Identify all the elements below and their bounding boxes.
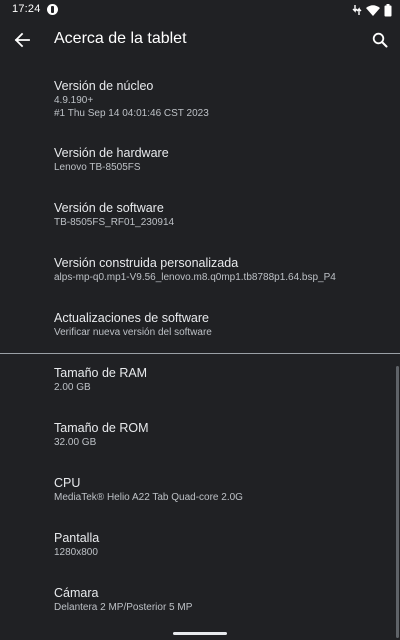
divider: [0, 353, 400, 354]
setting-custom-build-version[interactable]: Versión construida personalizada alps-mp…: [54, 255, 384, 284]
setting-summary: TB-8505FS_RF01_230914: [54, 217, 175, 228]
setting-cpu[interactable]: CPU MediaTek® Helio A22 Tab Quad-core 2.…: [54, 475, 384, 504]
status-icons: [352, 3, 392, 17]
signal-icon: [352, 5, 362, 15]
wifi-icon: [366, 4, 380, 16]
setting-display[interactable]: Pantalla 1280x800: [54, 530, 384, 559]
setting-software-updates[interactable]: Actualizaciones de software Verificar nu…: [54, 310, 384, 339]
setting-software-version[interactable]: Versión de software TB-8505FS_RF01_23091…: [54, 200, 384, 229]
back-button[interactable]: [10, 28, 34, 52]
setting-summary: 2.00 GB: [54, 382, 91, 393]
setting-rom-size[interactable]: Tamaño de ROM 32.00 GB: [54, 420, 384, 449]
status-bar: 17:24: [0, 0, 400, 20]
app-bar: Acerca de la tablet: [0, 20, 400, 60]
setting-title: Versión de software: [54, 201, 164, 215]
setting-title: CPU: [54, 476, 81, 490]
page-title: Acerca de la tablet: [54, 30, 187, 47]
setting-title: Versión de núcleo: [54, 79, 154, 93]
notification-icon: [47, 4, 58, 15]
setting-summary: #1 Thu Sep 14 04:01:46 CST 2023: [54, 108, 209, 119]
setting-title: Pantalla: [54, 531, 100, 545]
setting-summary: 32.00 GB: [54, 437, 97, 448]
setting-summary: Delantera 2 MP/Posterior 5 MP: [54, 602, 193, 613]
status-time: 17:24: [12, 3, 41, 15]
setting-kernel-version[interactable]: Versión de núcleo 4.9.190+ #1 Thu Sep 14…: [54, 78, 384, 120]
setting-summary: Verificar nueva versión del software: [54, 327, 212, 338]
setting-hardware-version[interactable]: Versión de hardware Lenovo TB-8505FS: [54, 145, 384, 174]
setting-summary: alps-mp-q0.mp1-V9.56_lenovo.m8.q0mp1.tb8…: [54, 272, 336, 283]
setting-summary: MediaTek® Helio A22 Tab Quad-core 2.0G: [54, 492, 243, 503]
setting-title: Actualizaciones de software: [54, 311, 209, 325]
navigation-handle[interactable]: [173, 632, 227, 635]
search-button[interactable]: [368, 28, 392, 52]
search-icon: [372, 32, 388, 48]
setting-summary: Lenovo TB-8505FS: [54, 162, 141, 173]
screen: 17:24 Acerca de la tablet Versión de núc…: [0, 0, 400, 640]
setting-ram-size[interactable]: Tamaño de RAM 2.00 GB: [54, 365, 384, 394]
scrollbar[interactable]: [396, 366, 399, 638]
setting-title: Versión construida personalizada: [54, 256, 239, 270]
setting-title: Cámara: [54, 586, 99, 600]
battery-icon: [384, 3, 392, 16]
setting-camera[interactable]: Cámara Delantera 2 MP/Posterior 5 MP: [54, 585, 384, 614]
setting-title: Tamaño de RAM: [54, 366, 148, 380]
setting-summary: 1280x800: [54, 547, 98, 558]
setting-title: Versión de hardware: [54, 146, 169, 160]
setting-title: Tamaño de ROM: [54, 421, 149, 435]
arrow-back-icon: [14, 32, 30, 48]
setting-summary: 4.9.190+: [54, 95, 94, 106]
